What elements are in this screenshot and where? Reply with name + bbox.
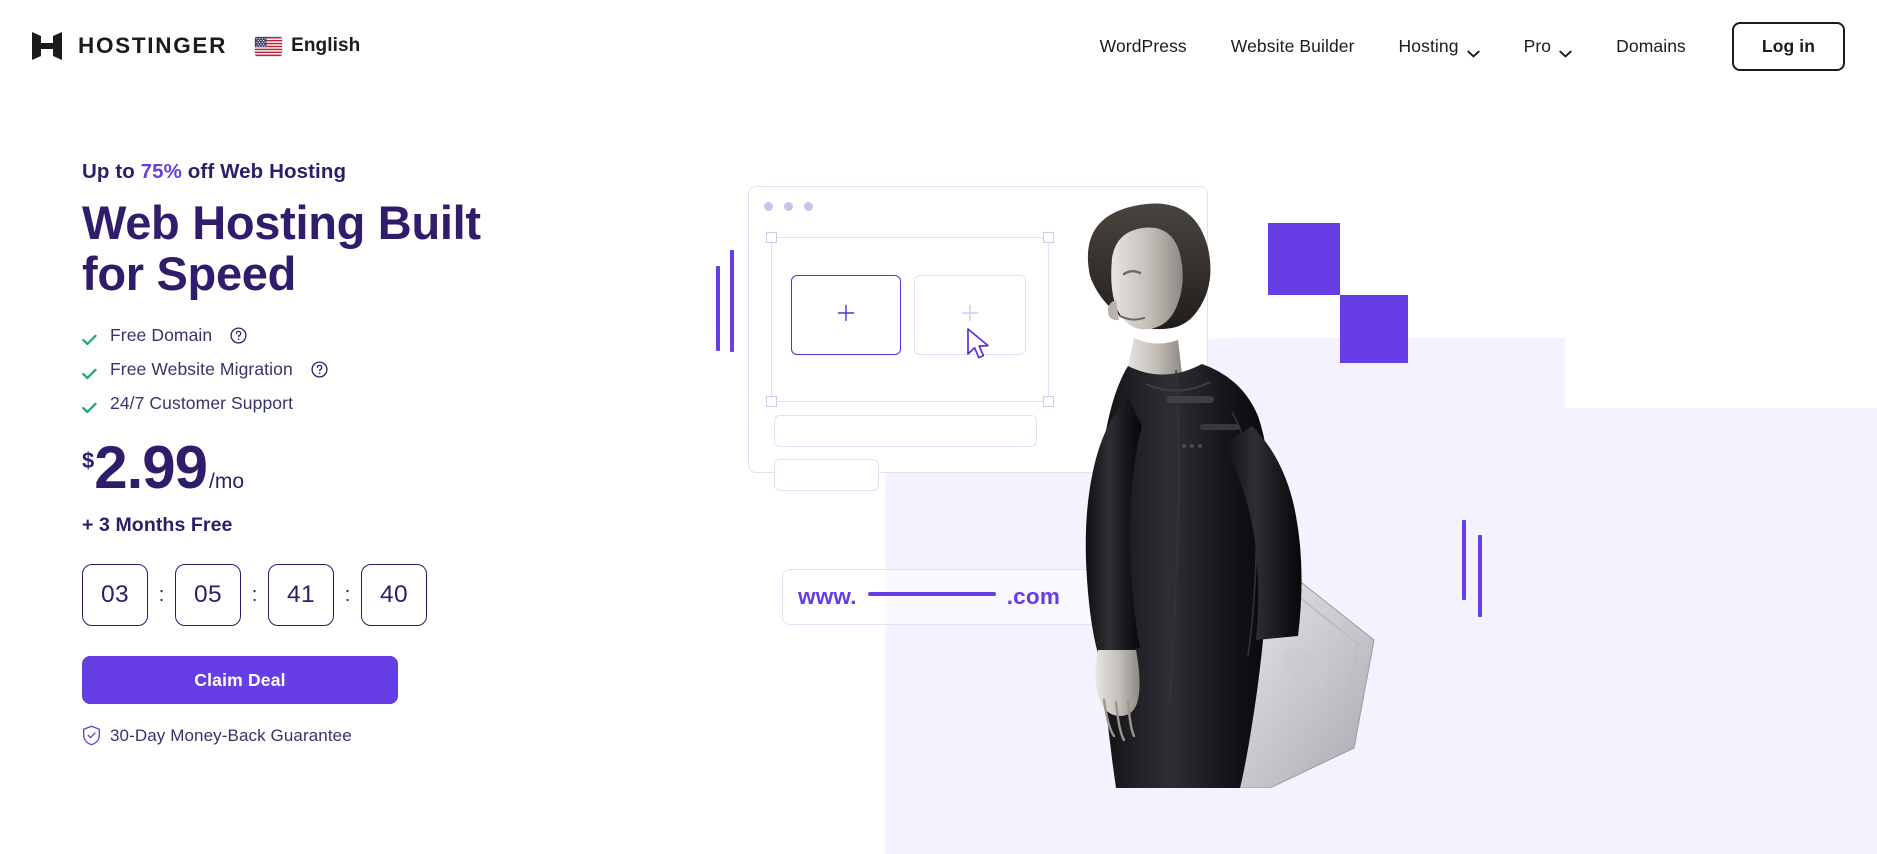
help-circle-icon[interactable] bbox=[230, 327, 247, 344]
timer-segment-hours: 05 bbox=[175, 564, 241, 627]
nav-label: Hosting bbox=[1398, 35, 1459, 56]
feature-item-customer-support: 24/7 Customer Support bbox=[82, 393, 602, 414]
price-display: $ 2.99 /mo bbox=[82, 438, 602, 498]
hero-content: Up to 75% off Web Hosting Web Hosting Bu… bbox=[82, 160, 602, 746]
us-flag-icon bbox=[255, 36, 283, 56]
page-title: Web Hosting Built for Speed bbox=[82, 196, 481, 301]
decorative-line-right-short bbox=[1478, 535, 1482, 617]
decorative-line-left-long bbox=[730, 250, 734, 352]
nav-label: Website Builder bbox=[1230, 35, 1355, 56]
claim-deal-button[interactable]: Claim Deal bbox=[82, 656, 398, 705]
placeholder-card-selected bbox=[791, 275, 901, 355]
decorative-line-right-long bbox=[1462, 520, 1466, 600]
chevron-down-icon bbox=[1559, 42, 1572, 58]
price-amount: 2.99 bbox=[94, 434, 208, 502]
nav-label: WordPress bbox=[1099, 35, 1187, 56]
browser-window-dots bbox=[764, 202, 813, 211]
check-icon bbox=[82, 364, 97, 380]
timer-separator: : bbox=[158, 583, 165, 606]
nav-item-domains[interactable]: Domains bbox=[1594, 26, 1708, 67]
help-circle-icon[interactable] bbox=[311, 361, 328, 378]
money-back-guarantee: 30-Day Money-Back Guarantee bbox=[82, 725, 602, 746]
feature-label: Free Website Migration bbox=[110, 359, 293, 380]
hero-illustration: www. .com bbox=[640, 92, 1877, 854]
hostinger-logo-icon bbox=[30, 29, 64, 63]
login-button[interactable]: Log in bbox=[1731, 21, 1845, 71]
resize-handle-top-left bbox=[766, 232, 777, 243]
site-header: HOSTINGER English WordPress Website Buil… bbox=[0, 0, 1877, 92]
feature-list: Free Domain Free Website Migration 24/7 … bbox=[82, 325, 602, 414]
nav-label: Pro bbox=[1523, 35, 1552, 56]
countdown-timer: 03 : 05 : 41 : 40 bbox=[82, 564, 602, 627]
chevron-down-icon bbox=[1466, 42, 1480, 58]
main-navigation: WordPress Website Builder Hosting Pro Do… bbox=[1078, 21, 1877, 71]
language-selector[interactable]: English bbox=[255, 35, 360, 57]
mockup-content-bar-narrow bbox=[774, 459, 879, 491]
nav-label: Domains bbox=[1616, 35, 1686, 56]
feature-item-free-website-migration: Free Website Migration bbox=[82, 359, 602, 380]
head bbox=[1087, 203, 1211, 330]
eyebrow-suffix: off Web Hosting bbox=[182, 160, 347, 183]
nav-item-wordpress[interactable]: WordPress bbox=[1078, 26, 1209, 67]
timer-segment-seconds: 40 bbox=[361, 564, 427, 627]
guarantee-label: 30-Day Money-Back Guarantee bbox=[110, 725, 352, 745]
hostinger-landing-page: HOSTINGER English WordPress Website Buil… bbox=[0, 0, 1877, 854]
nav-item-hosting[interactable]: Hosting bbox=[1377, 26, 1502, 67]
timer-separator: : bbox=[344, 583, 351, 606]
check-icon bbox=[82, 330, 97, 346]
window-dot bbox=[764, 202, 773, 211]
check-icon bbox=[82, 398, 97, 414]
feature-item-free-domain: Free Domain bbox=[82, 325, 602, 346]
nav-item-pro[interactable]: Pro bbox=[1502, 26, 1595, 67]
decorative-line-left-short bbox=[716, 266, 720, 351]
shield-check-icon bbox=[82, 725, 101, 746]
brand-logo[interactable]: HOSTINGER bbox=[30, 29, 227, 63]
domain-prefix: www. bbox=[798, 584, 857, 609]
feature-label: 24/7 Customer Support bbox=[110, 393, 294, 414]
eyebrow-discount: 75% bbox=[140, 160, 183, 183]
language-label: English bbox=[291, 35, 361, 56]
timer-segment-days: 03 bbox=[82, 564, 148, 627]
feature-label: Free Domain bbox=[110, 325, 213, 346]
bonus-months-label: + 3 Months Free bbox=[82, 514, 233, 537]
plus-icon bbox=[836, 303, 856, 328]
resize-handle-bottom-left bbox=[766, 396, 777, 407]
eyebrow-prefix: Up to bbox=[82, 160, 141, 183]
brand-name: HOSTINGER bbox=[78, 33, 228, 58]
timer-segment-minutes: 41 bbox=[268, 564, 334, 627]
window-dot bbox=[784, 202, 793, 211]
window-dot bbox=[804, 202, 813, 211]
nav-item-website-builder[interactable]: Website Builder bbox=[1209, 26, 1377, 67]
timer-separator: : bbox=[251, 583, 258, 606]
promo-eyebrow: Up to 75% off Web Hosting bbox=[82, 160, 602, 184]
surfer-photo bbox=[970, 188, 1390, 788]
price-currency: $ bbox=[82, 448, 95, 474]
price-period: /mo bbox=[209, 470, 245, 494]
